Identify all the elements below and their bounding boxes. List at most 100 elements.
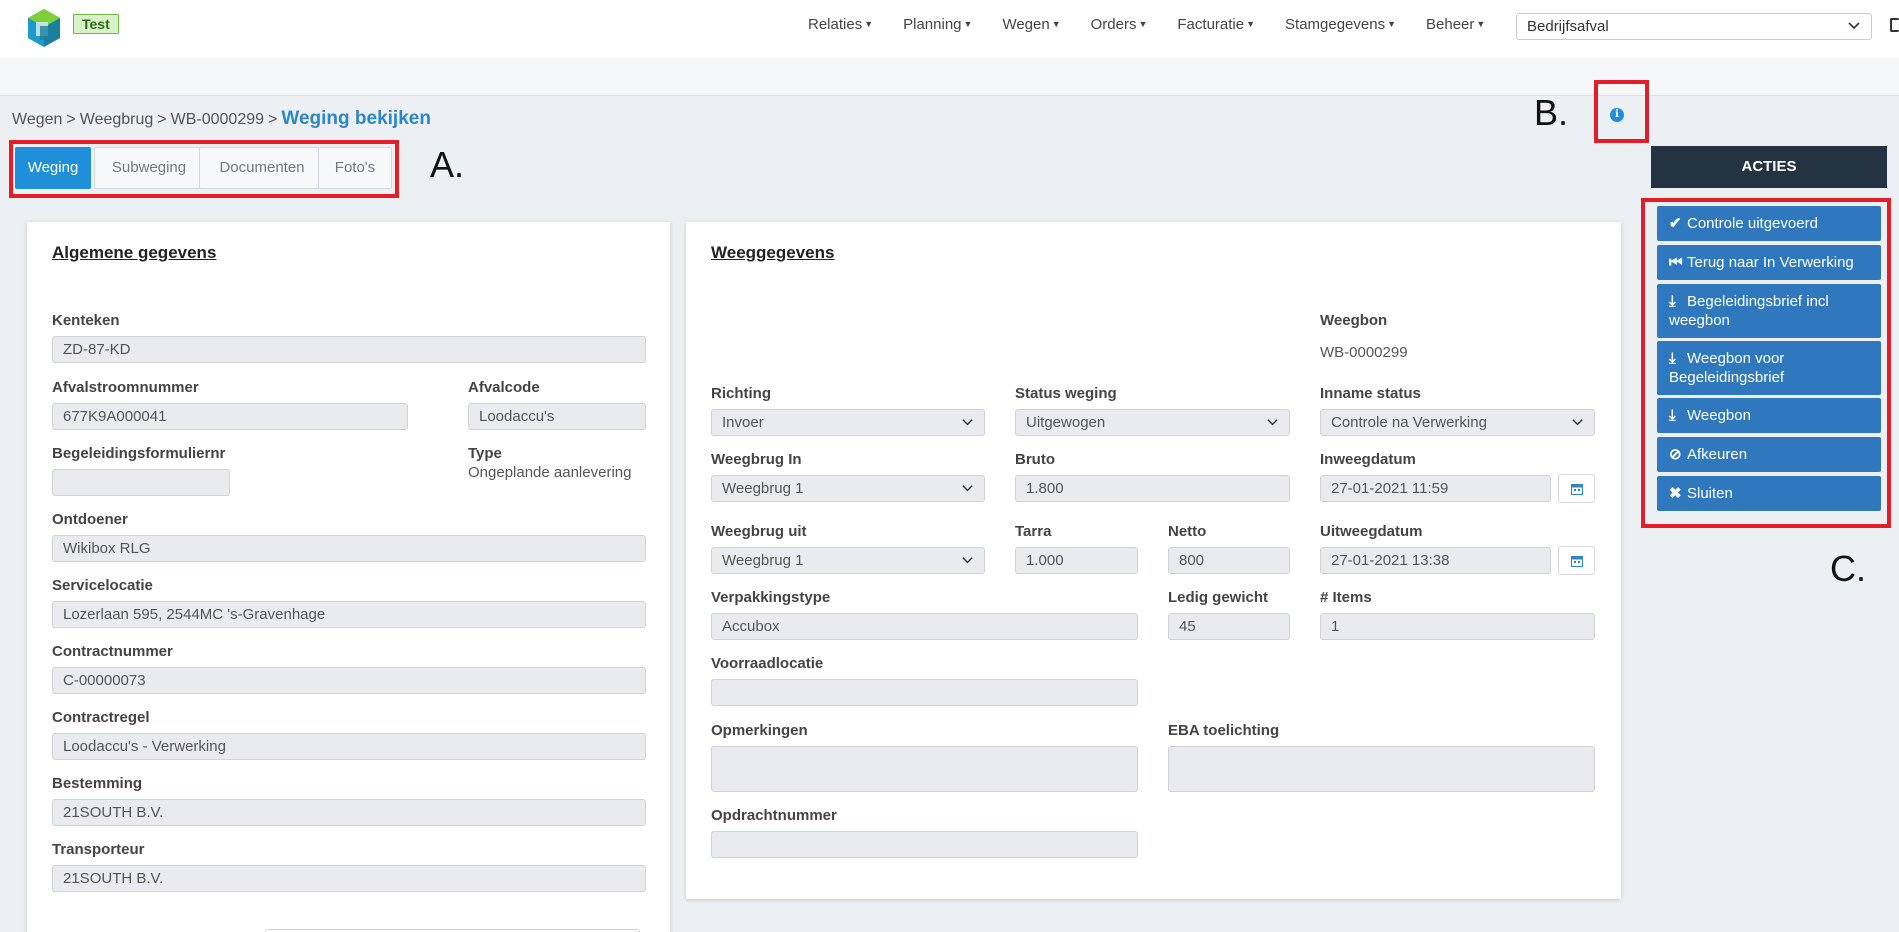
inweegdatum-label: Inweegdatum — [1320, 451, 1416, 468]
app-logo[interactable] — [26, 8, 62, 48]
chevron-down-icon — [1848, 22, 1860, 30]
breadcrumb-item-weegbon[interactable]: WB-0000299 — [171, 111, 264, 128]
afvalstroomnummer-field[interactable]: 677K9A000041 — [52, 403, 408, 430]
nav-wegen[interactable]: Wegen ▼ — [1002, 16, 1060, 33]
nav-planning[interactable]: Planning ▼ — [903, 16, 972, 33]
afvalcode-field[interactable]: Loodaccu's — [468, 403, 646, 430]
voorraadlocatie-label: Voorraadlocatie — [711, 655, 824, 672]
nav-facturatie[interactable]: Facturatie ▼ — [1177, 16, 1255, 33]
caret-down-icon: ▼ — [963, 19, 973, 29]
inweegdatum-field[interactable]: 27-01-2021 11:59 — [1320, 475, 1551, 502]
items-field[interactable]: 1 — [1320, 613, 1595, 640]
weegbon-voor-begeleidingsbrief-button[interactable]: ⤓ Weegbon voor Begeleidingsbrief — [1657, 341, 1881, 395]
breadcrumb: Wegen > Weegbrug > WB-0000299 > Weging bekijke… — [12, 108, 431, 130]
nav-label: Wegen — [1002, 16, 1050, 33]
caret-down-icon: ▼ — [864, 19, 874, 29]
weegbrug-uit-select[interactable]: Weegbrug 1 — [711, 547, 985, 574]
begeleidingsformuliernr-label: Begeleidingsformuliernr — [52, 445, 226, 462]
caret-down-icon: ▼ — [1051, 19, 1061, 29]
opmerkingen-label: Opmerkingen — [711, 722, 808, 739]
calendar-icon — [1571, 556, 1583, 567]
tarra-field[interactable]: 1.000 — [1015, 547, 1138, 574]
panel-title: Weeggegevens — [711, 243, 835, 262]
opdrachtnummer-field[interactable] — [711, 831, 1138, 858]
kenteken-field[interactable]: ZD-87-KD — [52, 336, 646, 363]
breadcrumb-item-weegbrug[interactable]: Weegbrug — [80, 111, 154, 128]
company-select-value: Bedrijfsafval — [1527, 18, 1609, 35]
nav-label: Planning — [903, 16, 962, 33]
ontdoener-field[interactable]: Wikibox RLG — [52, 535, 646, 562]
company-select[interactable]: Bedrijfsafval — [1516, 13, 1872, 40]
ban-icon: ⊘ — [1669, 446, 1682, 463]
info-icon[interactable]: i — [1610, 108, 1624, 122]
terug-naar-in-verwerking-button[interactable]: ⏮ Terug naar In Verwerking — [1657, 245, 1881, 280]
voorraadlocatie-field[interactable] — [711, 679, 1138, 706]
breadcrumb-separator: > — [268, 111, 278, 128]
logout-icon[interactable] — [1890, 18, 1899, 32]
sluiten-button[interactable]: ✖ Sluiten — [1657, 476, 1881, 511]
type-label: Type — [468, 445, 502, 462]
bruto-field[interactable]: 1.800 — [1015, 475, 1290, 502]
button-label: Weegbon voor Begeleidingsbrief — [1669, 350, 1785, 386]
nav-relaties[interactable]: Relaties ▼ — [808, 16, 873, 33]
nav-stamgegevens[interactable]: Stamgegevens ▼ — [1285, 16, 1396, 33]
afkeuren-button[interactable]: ⊘ Afkeuren — [1657, 437, 1881, 472]
servicelocatie-label: Servicelocatie — [52, 577, 153, 594]
contractnummer-field[interactable]: C-00000073 — [52, 667, 646, 694]
select-value: Controle na Verwerking — [1331, 414, 1487, 431]
weegbrug-uit-label: Weegbrug uit — [711, 523, 807, 540]
inname-status-select[interactable]: Controle na Verwerking — [1320, 409, 1595, 436]
nav-beheer[interactable]: Beheer ▼ — [1426, 16, 1485, 33]
weegbon-button[interactable]: ⤓ Weegbon — [1657, 398, 1881, 433]
bestemming-field[interactable]: 21SOUTH B.V. — [52, 799, 646, 826]
download-icon: ⤓ — [1669, 407, 1676, 424]
download-icon: ⤓ — [1669, 293, 1676, 310]
check-icon: ✔ — [1669, 215, 1682, 232]
nav-label: Facturatie — [1177, 16, 1245, 33]
netto-field[interactable]: 800 — [1168, 547, 1290, 574]
chevron-down-icon — [1572, 419, 1583, 426]
button-label: Afkeuren — [1687, 446, 1748, 463]
transporteur-field[interactable]: 21SOUTH B.V. — [52, 865, 646, 892]
page-title: Weging bekijken — [281, 108, 431, 129]
top-navbar: Test Relaties ▼ Planning ▼ Wegen ▼ Orders ▼ … — [0, 0, 1899, 58]
ledig-gewicht-field[interactable]: 45 — [1168, 613, 1290, 640]
begeleidingsbrief-incl-weegbon-button[interactable]: ⤓ Begeleidingsbrief incl weegbon — [1657, 284, 1881, 338]
status-weging-select[interactable]: Uitgewogen — [1015, 409, 1290, 436]
controle-uitgevoerd-button[interactable]: ✔ Controle uitgevoerd — [1657, 206, 1881, 241]
panel-title: Algemene gegevens — [52, 243, 217, 262]
inweegdatum-calendar-button[interactable] — [1558, 474, 1595, 503]
eba-toelichting-textarea[interactable] — [1168, 746, 1595, 792]
ontdoener-label: Ontdoener — [52, 511, 128, 528]
annotation-label-b: B. — [1534, 92, 1569, 133]
chevron-down-icon — [962, 485, 973, 492]
weegbrug-in-label: Weegbrug In — [711, 451, 802, 468]
contractregel-field[interactable]: Loodaccu's - Verwerking — [52, 733, 646, 760]
weegbrug-in-select[interactable]: Weegbrug 1 — [711, 475, 985, 502]
contractregel-label: Contractregel — [52, 709, 150, 726]
nav-label: Stamgegevens — [1285, 16, 1386, 33]
caret-down-icon: ▼ — [1138, 19, 1148, 29]
annotation-box-a — [9, 140, 399, 198]
afvalcode-label: Afvalcode — [468, 379, 540, 396]
breadcrumb-item-wegen[interactable]: Wegen — [12, 111, 62, 128]
richting-select[interactable]: Invoer — [711, 409, 985, 436]
annotation-label-a: A. — [430, 144, 465, 185]
chevron-down-icon — [1267, 419, 1278, 426]
nav-label: Beheer — [1426, 16, 1475, 33]
begeleidingsformuliernr-field[interactable] — [52, 469, 230, 496]
breadcrumb-separator: > — [66, 111, 76, 128]
uitweegdatum-calendar-button[interactable] — [1558, 546, 1595, 575]
chevron-down-icon — [962, 557, 973, 564]
servicelocatie-field[interactable]: Lozerlaan 595, 2544MC 's-Gravenhage — [52, 601, 646, 628]
algemene-gegevens-panel: Algemene gegevens Kenteken ZD-87-KD Afva… — [27, 222, 670, 932]
ledig-gewicht-label: Ledig gewicht — [1168, 589, 1269, 606]
environment-badge: Test — [73, 14, 119, 34]
uitweegdatum-field[interactable]: 27-01-2021 13:38 — [1320, 547, 1551, 574]
chevron-down-icon — [962, 419, 973, 426]
opmerkingen-textarea[interactable] — [711, 746, 1138, 792]
uitweegdatum-label: Uitweegdatum — [1320, 523, 1423, 540]
verpakkingstype-field[interactable]: Accubox — [711, 613, 1138, 640]
button-label: Sluiten — [1687, 485, 1733, 502]
nav-orders[interactable]: Orders ▼ — [1091, 16, 1148, 33]
